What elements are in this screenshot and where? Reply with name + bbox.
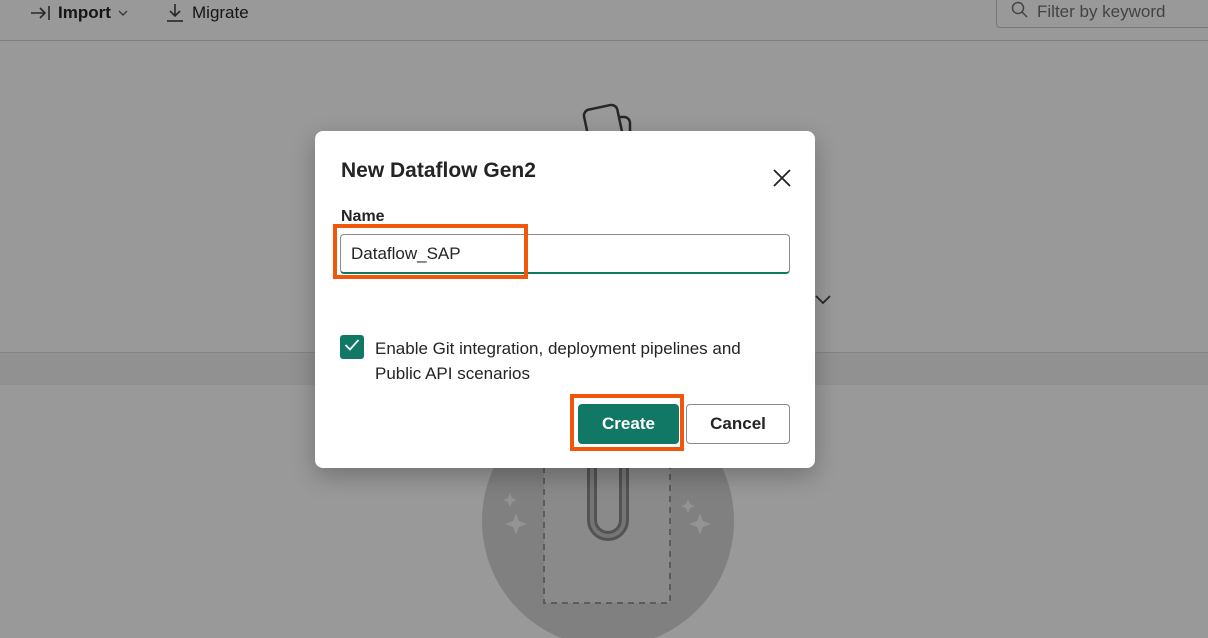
name-label: Name <box>341 208 385 225</box>
git-integration-checkbox[interactable] <box>340 335 364 359</box>
git-integration-label: Enable Git integration, deployment pipel… <box>375 339 741 383</box>
git-integration-option: Enable Git integration, deployment pipel… <box>340 335 765 386</box>
checkmark-icon <box>344 338 360 357</box>
close-icon <box>772 168 792 193</box>
create-button[interactable]: Create <box>578 404 679 444</box>
close-button[interactable] <box>769 167 795 193</box>
cancel-button[interactable]: Cancel <box>686 404 790 444</box>
new-dataflow-dialog: New Dataflow Gen2 Name Enable Git integr… <box>315 131 815 468</box>
dialog-title: New Dataflow Gen2 <box>341 159 536 182</box>
name-input[interactable] <box>340 234 790 274</box>
